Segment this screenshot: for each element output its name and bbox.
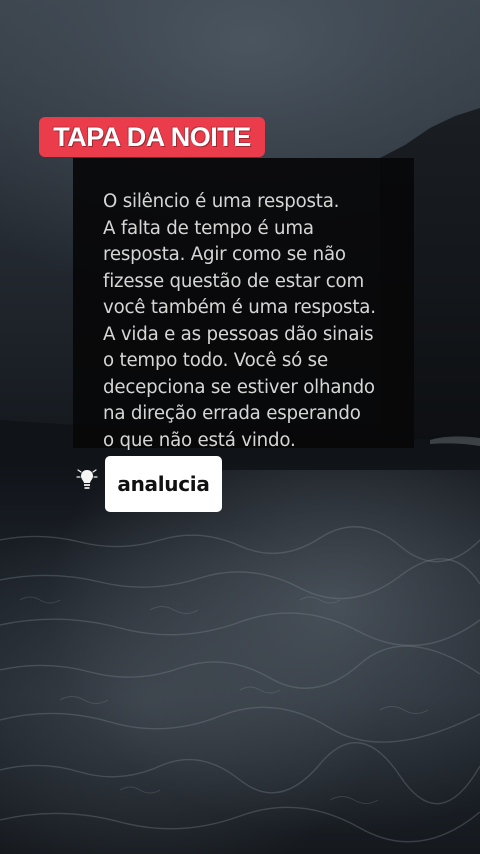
lightbulb-icon [76, 469, 98, 489]
quote-text: O silêncio é uma resposta. A falta de te… [103, 189, 413, 454]
story-background-scene: TAPA DA NOITE O silêncio é uma resposta.… [0, 0, 480, 854]
quote-line: fizesse questão de estar com [103, 270, 364, 292]
quote-line: o tempo todo. Você só se [103, 350, 328, 371]
quote-line: A falta de tempo é uma [103, 217, 314, 239]
quote-line: A vida e as pessoas dão sinais [103, 323, 374, 345]
quote-line: O silêncio é uma resposta. [103, 191, 340, 212]
quote-line: na direção errada esperando [103, 403, 361, 424]
quote-line: decepciona se estiver olhando [103, 376, 375, 398]
quote-line: o que não está vindo. [103, 429, 296, 451]
title-badge: TAPA DA NOITE [39, 117, 265, 157]
quote-line: resposta. Agir como se não [103, 244, 346, 265]
quote-line: você também é uma resposta. [103, 297, 376, 318]
author-name-badge: analucia [105, 456, 222, 512]
